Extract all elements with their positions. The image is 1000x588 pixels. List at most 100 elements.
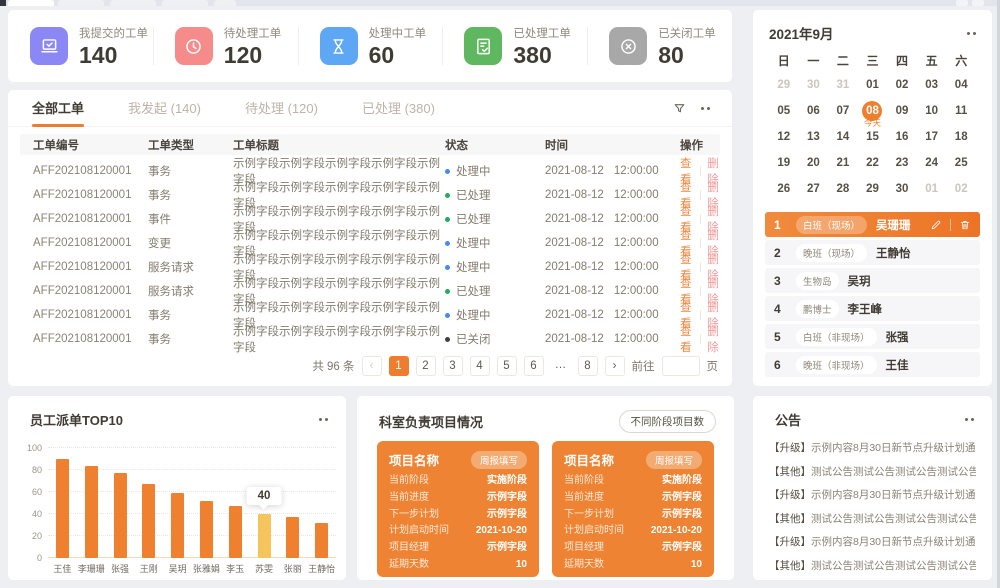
- calendar-day[interactable]: 07: [828, 98, 858, 124]
- table-row: AFF202108120001服务请求示例字段示例字段示例字段示例字段示例字段处…: [20, 251, 720, 275]
- bar[interactable]: [229, 506, 242, 558]
- project-field: 延期天数10: [389, 557, 527, 574]
- bar[interactable]: [315, 523, 328, 558]
- calendar-day[interactable]: 25: [946, 150, 976, 176]
- delete-link[interactable]: 删除: [707, 323, 720, 355]
- bar[interactable]: [258, 514, 271, 558]
- shift-row[interactable]: 3生物岛吴玥: [765, 268, 980, 293]
- calendar-day[interactable]: 04: [946, 72, 976, 98]
- more-icon[interactable]: [965, 418, 974, 421]
- calendar-day[interactable]: 19: [769, 150, 799, 176]
- announcement-item[interactable]: 【升级】示例内容8月30日新节点升级计划通知: [769, 437, 976, 461]
- edit-icon[interactable]: [930, 219, 942, 231]
- calendar-day[interactable]: 18: [946, 124, 976, 150]
- announcement-item[interactable]: 【升级】示例内容8月30日新节点升级计划通知: [769, 484, 976, 508]
- calendar-day[interactable]: 31: [828, 72, 858, 98]
- page-button-2[interactable]: 2: [416, 356, 436, 376]
- announcement-item[interactable]: 【升级】示例内容8月30日新节点升级计划通知: [769, 531, 976, 555]
- tab-2[interactable]: 待处理 (120): [245, 90, 318, 127]
- shift-row[interactable]: 6晚班（非现场）王佳: [765, 352, 980, 377]
- bar[interactable]: [114, 473, 127, 558]
- trash-icon[interactable]: [959, 219, 971, 231]
- more-icon[interactable]: [967, 32, 976, 35]
- calendar-day[interactable]: 30: [799, 72, 829, 98]
- bar[interactable]: [171, 493, 184, 558]
- filter-icon[interactable]: [673, 102, 686, 115]
- calendar-day[interactable]: 13: [799, 124, 829, 150]
- page-button-1[interactable]: 1: [389, 356, 409, 376]
- weekly-report-badge[interactable]: 周报填写: [646, 451, 702, 469]
- project-card[interactable]: 项目名称周报填写当前阶段实施阶段当前进度示例字段下一步计划示例字段计划启动时间2…: [377, 441, 539, 577]
- calendar-day[interactable]: 01: [858, 72, 888, 98]
- order-type: 事务: [148, 163, 233, 179]
- calendar-day-today[interactable]: 08今天: [858, 98, 888, 124]
- next-page-button[interactable]: ›: [605, 356, 625, 376]
- page-button-5[interactable]: 5: [497, 356, 517, 376]
- announcement-item[interactable]: 【其他】测试公告测试公告测试公告测试公告测试公告: [769, 461, 976, 485]
- order-status: 已处理: [445, 187, 545, 203]
- view-link[interactable]: 查看: [680, 323, 693, 355]
- top-strip-button[interactable]: [956, 0, 968, 6]
- column-header: 工单标题: [233, 137, 445, 153]
- calendar-day[interactable]: 05: [769, 98, 799, 124]
- shift-row[interactable]: 1白班（现场）吴珊珊: [765, 212, 980, 237]
- tab-0[interactable]: 全部工单: [32, 90, 84, 127]
- calendar-day[interactable]: 10: [917, 98, 947, 124]
- page-button-3[interactable]: 3: [443, 356, 463, 376]
- calendar-day[interactable]: 11: [946, 98, 976, 124]
- calendar-day[interactable]: 09: [887, 98, 917, 124]
- announcement-item[interactable]: 【其他】测试公告测试公告测试公告测试公告测试公告: [769, 508, 976, 532]
- prev-page-button[interactable]: ‹: [362, 356, 382, 376]
- field-label: 计划启动时间: [564, 523, 624, 540]
- chart-header: 员工派单TOP10: [8, 396, 346, 429]
- page-button-6[interactable]: 6: [524, 356, 544, 376]
- top-strip-button[interactable]: [972, 0, 984, 6]
- top-tab[interactable]: [58, 0, 104, 6]
- bar[interactable]: [200, 501, 213, 558]
- calendar-day[interactable]: 28: [828, 176, 858, 202]
- top-tab[interactable]: [162, 0, 208, 6]
- page-button-4[interactable]: 4: [470, 356, 490, 376]
- calendar-day[interactable]: 22: [858, 150, 888, 176]
- calendar-day[interactable]: 02: [887, 72, 917, 98]
- calendar-day[interactable]: 15: [858, 124, 888, 150]
- calendar-day[interactable]: 29: [858, 176, 888, 202]
- tab-1[interactable]: 我发起 (140): [128, 90, 201, 127]
- project-card[interactable]: 项目名称周报填写当前阶段实施阶段当前进度示例字段下一步计划示例字段计划启动时间2…: [552, 441, 714, 577]
- goto-page-input[interactable]: [662, 356, 700, 376]
- calendar-day[interactable]: 06: [799, 98, 829, 124]
- shift-row[interactable]: 5白班（非现场）张强: [765, 324, 980, 349]
- more-icon[interactable]: [701, 107, 710, 110]
- calendar-day[interactable]: 01: [917, 176, 947, 202]
- announcement-item[interactable]: 【其他】测试公告测试公告测试公告测试公告测试公告: [769, 555, 976, 579]
- bar[interactable]: [85, 466, 98, 558]
- calendar-day[interactable]: 29: [769, 72, 799, 98]
- announcement-tag: 【其他】: [769, 560, 811, 572]
- bar[interactable]: [142, 484, 155, 558]
- calendar-day[interactable]: 03: [917, 72, 947, 98]
- calendar-day[interactable]: 20: [799, 150, 829, 176]
- calendar-day[interactable]: 12: [769, 124, 799, 150]
- shift-row[interactable]: 4鹏博士李王峰: [765, 296, 980, 321]
- calendar-day[interactable]: 14: [828, 124, 858, 150]
- weekly-report-badge[interactable]: 周报填写: [471, 451, 527, 469]
- calendar-day[interactable]: 02: [946, 176, 976, 202]
- calendar-day[interactable]: 17: [917, 124, 947, 150]
- top-tab[interactable]: [214, 0, 236, 6]
- shift-row[interactable]: 2晚班（现场）王静怡: [765, 240, 980, 265]
- calendar-day[interactable]: 30: [887, 176, 917, 202]
- tab-3[interactable]: 已处理 (380): [362, 90, 435, 127]
- calendar-day[interactable]: 26: [769, 176, 799, 202]
- bar[interactable]: [56, 459, 69, 558]
- bar[interactable]: [286, 517, 299, 558]
- calendar-day[interactable]: 21: [828, 150, 858, 176]
- top-tab-active[interactable]: [8, 0, 54, 6]
- stage-count-button[interactable]: 不同阶段项目数: [619, 410, 717, 433]
- calendar-day[interactable]: 16: [887, 124, 917, 150]
- calendar-day[interactable]: 23: [887, 150, 917, 176]
- calendar-day[interactable]: 24: [917, 150, 947, 176]
- calendar-day[interactable]: 27: [799, 176, 829, 202]
- page-button-8[interactable]: 8: [578, 356, 598, 376]
- top-tab[interactable]: [110, 0, 156, 6]
- more-icon[interactable]: [319, 418, 328, 421]
